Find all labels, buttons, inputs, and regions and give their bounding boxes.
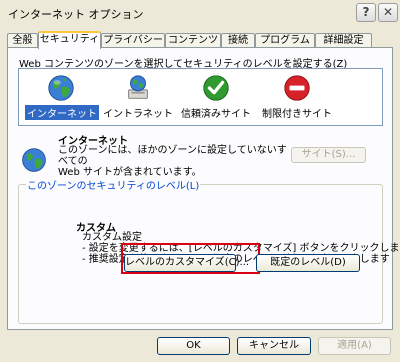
tab-security[interactable]: セキュリティ xyxy=(38,31,101,49)
security-level-legend: このゾーンのセキュリティのレベル(L) xyxy=(26,177,201,192)
globe-icon xyxy=(48,75,74,101)
close-button[interactable]: ✕ xyxy=(378,3,398,22)
security-tab-panel: Web コンテンツのゾーンを選択してセキュリティのレベルを設定する(Z) インタ… xyxy=(7,47,400,330)
customize-level-button[interactable]: レベルのカスタマイズ(C)... xyxy=(124,254,249,272)
zone-trusted-label: 信頼済みサイト xyxy=(181,109,251,120)
zone-intranet-label: イントラネット xyxy=(103,109,173,120)
globe-icon xyxy=(22,148,46,172)
zone-restricted-label: 制限付きサイト xyxy=(262,109,332,120)
tab-general[interactable]: 全般 xyxy=(7,33,38,48)
tab-advanced[interactable]: 詳細設定 xyxy=(315,33,372,48)
check-icon xyxy=(203,75,229,101)
cancel-button[interactable]: キャンセル xyxy=(237,337,311,355)
zone-internet-label: インターネット xyxy=(25,105,99,120)
tab-content[interactable]: コンテンツ xyxy=(165,33,221,48)
zone-list[interactable]: インターネット イントラネット 信頼済みサイト 制限付きサイト xyxy=(18,68,383,126)
zone-restricted-sites[interactable]: 制限付きサイト xyxy=(257,73,337,120)
sites-button[interactable]: サイト(S)... xyxy=(291,147,366,163)
tab-connections[interactable]: 接続 xyxy=(221,33,255,48)
restricted-icon xyxy=(284,75,310,101)
zone-trusted-sites[interactable]: 信頼済みサイト xyxy=(177,73,255,120)
window-title: インターネット オプション xyxy=(8,8,144,21)
apply-button[interactable]: 適用(A) xyxy=(318,337,391,355)
default-level-button[interactable]: 既定のレベル(D) xyxy=(256,254,360,272)
zone-intranet[interactable]: イントラネット xyxy=(101,73,175,120)
tab-strip: 全般 セキュリティ プライバシー コンテンツ 接続 プログラム 詳細設定 xyxy=(7,31,393,49)
title-bar: インターネット オプション ? ✕ xyxy=(0,0,400,26)
zone-description-line: このゾーンには、ほかのゾーンに設定していないすべての xyxy=(58,145,287,167)
security-level-line: カスタム設定 xyxy=(82,232,142,243)
intranet-icon xyxy=(128,75,148,99)
zone-description-text: このゾーンには、ほかのゾーンに設定していないすべての Web サイトが含まれてい… xyxy=(58,145,288,178)
tab-privacy[interactable]: プライバシー xyxy=(101,33,165,48)
tab-programs[interactable]: プログラム xyxy=(255,33,315,48)
zone-internet[interactable]: インターネット xyxy=(25,73,99,120)
help-button[interactable]: ? xyxy=(356,3,376,22)
ok-button[interactable]: OK xyxy=(157,337,230,355)
